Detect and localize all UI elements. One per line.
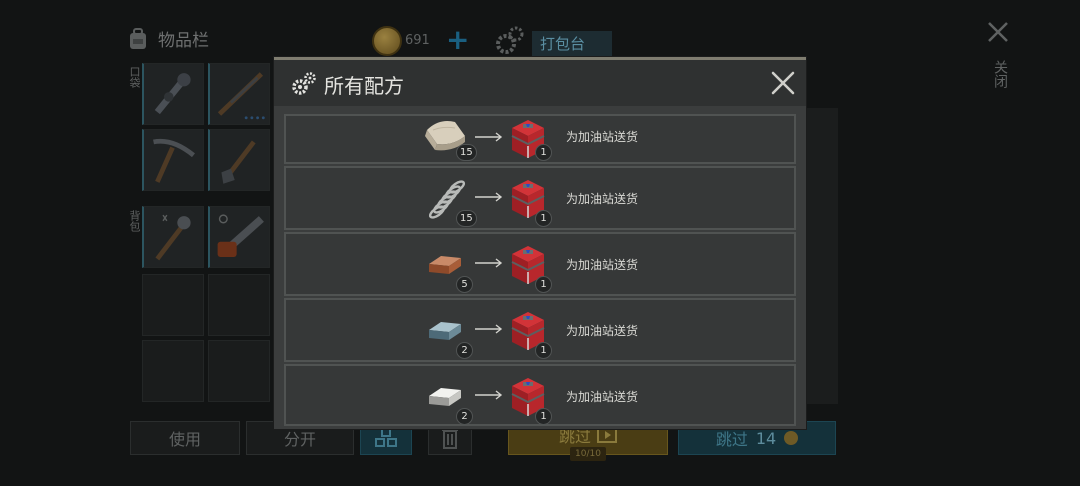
output-count: 1 <box>535 408 552 425</box>
skip-coin-label: 跳过 <box>715 430 748 449</box>
ingredient-count: 15 <box>456 144 477 161</box>
container-panel <box>806 108 838 404</box>
trash-icon <box>442 429 458 449</box>
modal-header: 所有配方 <box>274 60 806 106</box>
coin-icon <box>784 431 799 445</box>
inventory-title: 物品栏 <box>158 31 209 51</box>
recipe-label: 为加油站送货 <box>566 192 639 206</box>
recipe-label: 为加油站送货 <box>566 130 639 144</box>
slot-rifle[interactable] <box>208 63 270 125</box>
mace-icon <box>155 214 191 261</box>
recipe-label: 为加油站送货 <box>566 390 639 404</box>
shovel-icon <box>221 140 256 184</box>
ingredient-count: 5 <box>456 276 473 293</box>
slot-shovel[interactable] <box>208 129 270 191</box>
inventory-header: 物品栏 <box>126 26 209 51</box>
use-button[interactable]: 使用 <box>130 421 240 455</box>
slot-pickaxe[interactable] <box>142 129 204 191</box>
packing-table-tab[interactable]: 打包台 <box>532 31 612 57</box>
modal-title: 所有配方 <box>324 74 404 98</box>
rifle-icon <box>217 72 265 120</box>
arrow-right-icon <box>475 192 503 202</box>
recipe-label: 为加油站送货 <box>566 258 639 272</box>
ingredient-count: 2 <box>456 408 473 425</box>
all-recipes-modal: 所有配方 15 1 为加油站送货 15 1 为加油站送货 5 1 为加油站送货 … <box>274 57 806 429</box>
output-count: 1 <box>535 342 552 359</box>
output-count: 1 <box>535 276 552 293</box>
arrow-right-icon <box>475 390 503 400</box>
slot-drill[interactable] <box>142 63 204 125</box>
pocket-label: 口袋 <box>128 66 141 88</box>
recipe-label: 为加油站送货 <box>566 324 639 338</box>
inventory-slot[interactable] <box>208 274 270 336</box>
recipe-row[interactable]: 15 1 为加油站送货 <box>284 166 796 230</box>
close-icon[interactable] <box>986 20 1010 44</box>
drill-icon <box>154 73 191 115</box>
play-video-icon <box>597 427 617 443</box>
slot-chainsaw[interactable] <box>208 206 270 268</box>
output-count: 1 <box>535 144 552 161</box>
coin-count: 691 <box>405 33 430 48</box>
chainsaw-icon <box>217 214 264 257</box>
recipe-row[interactable]: 2 1 为加油站送货 <box>284 364 796 426</box>
arrow-right-icon <box>475 324 503 334</box>
close-icon[interactable] <box>770 70 796 96</box>
output-count: 1 <box>535 210 552 227</box>
arrow-right-icon <box>475 132 503 142</box>
game-screen: 物品栏 691 + 打包台 关闭 口袋 背包 使用 分开 跳过 10/10 跳过… <box>0 0 1080 486</box>
ingredient-count: 2 <box>456 342 473 359</box>
slot-mace[interactable] <box>142 206 204 268</box>
recipe-row[interactable]: 2 1 为加油站送货 <box>284 298 796 362</box>
inventory-slot[interactable] <box>208 340 270 402</box>
add-coins-icon[interactable]: + <box>446 26 469 54</box>
recipe-row[interactable]: 5 1 为加油站送货 <box>284 232 796 296</box>
grid-icon <box>375 428 397 447</box>
skip-coin-cost: 14 <box>755 428 777 448</box>
inventory-slot[interactable] <box>142 340 204 402</box>
backpack-icon <box>130 27 146 49</box>
coin-icon <box>372 26 402 56</box>
recipe-row[interactable]: 15 1 为加油站送货 <box>284 114 796 164</box>
pickaxe-icon <box>153 138 195 183</box>
ingredient-count: 15 <box>456 210 477 227</box>
inventory-slot[interactable] <box>142 274 204 336</box>
backpack-label: 背包 <box>128 210 141 232</box>
gears-icon <box>292 72 316 95</box>
arrow-right-icon <box>475 258 503 268</box>
close-label[interactable]: 关闭 <box>990 60 1008 88</box>
gear-icon <box>496 26 524 54</box>
skip-remaining-count: 10/10 <box>570 447 606 461</box>
